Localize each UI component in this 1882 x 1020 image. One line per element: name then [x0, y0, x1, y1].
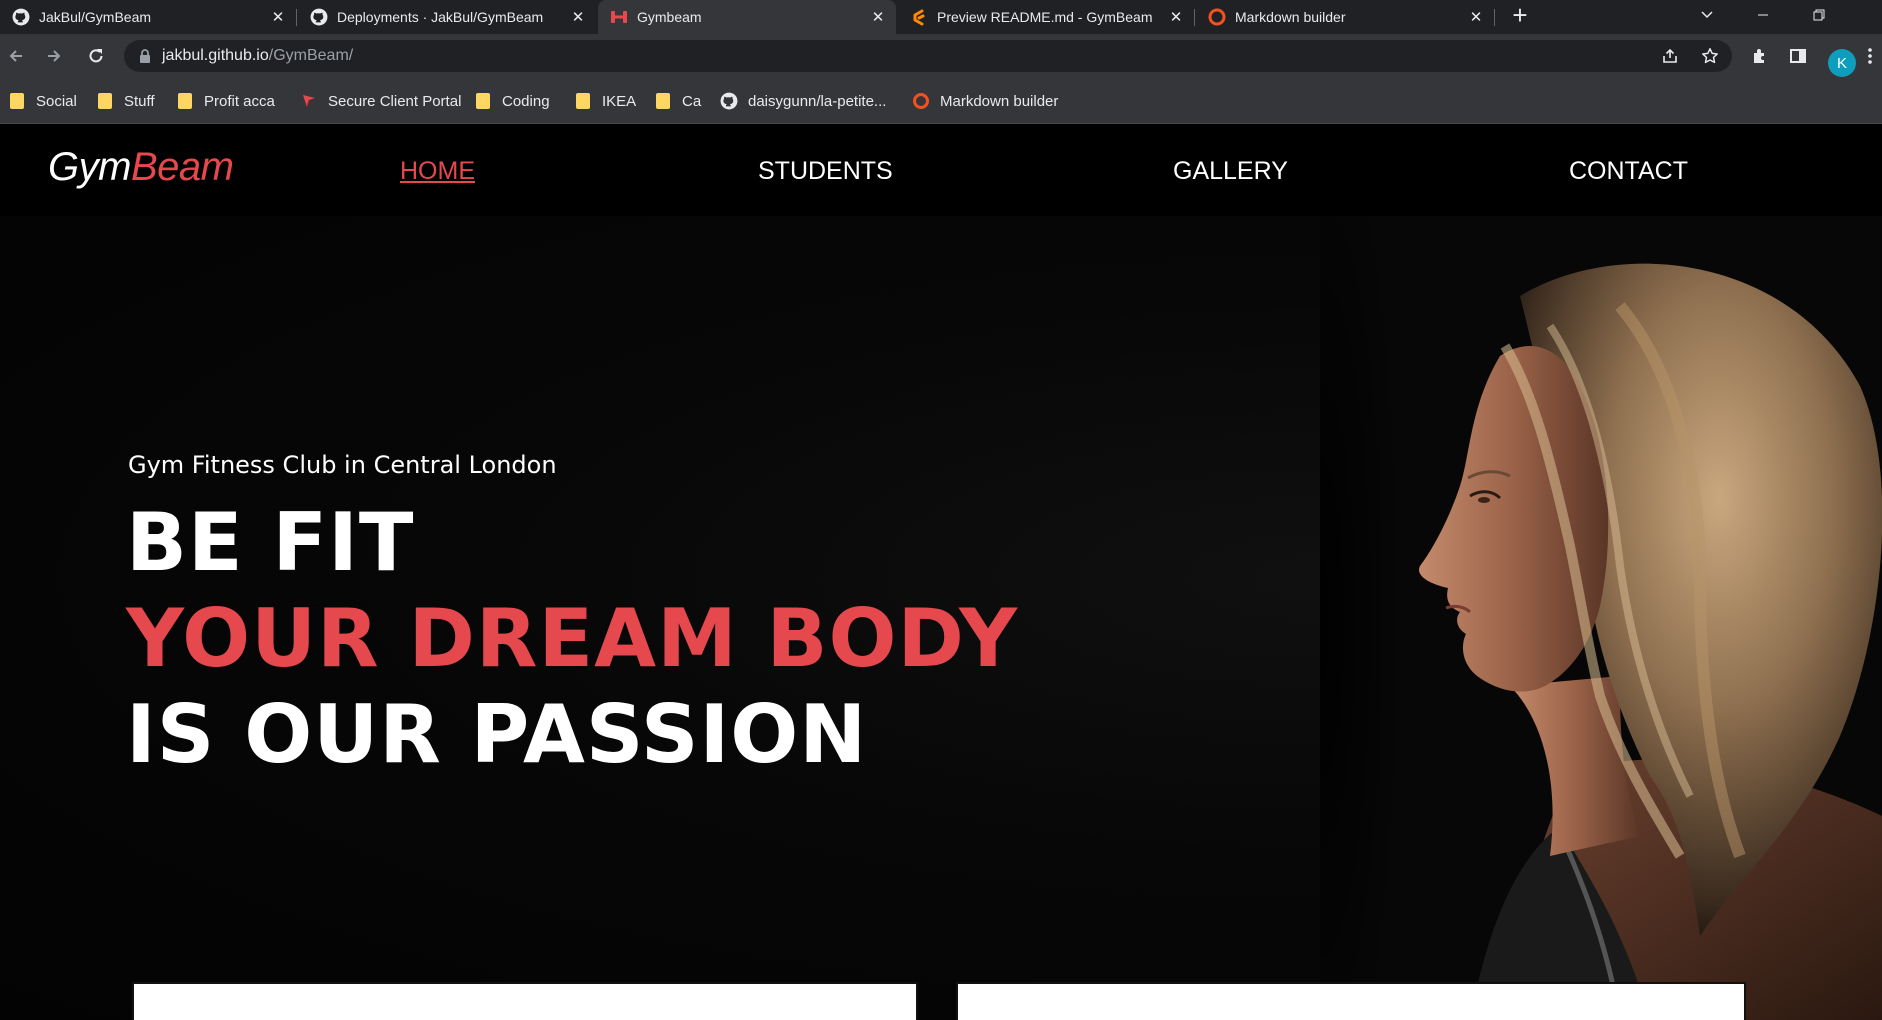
portal-icon: [300, 92, 318, 110]
folder-icon: [656, 93, 670, 109]
bookmark-label: Social: [36, 92, 77, 110]
close-icon[interactable]: ✕: [568, 7, 588, 27]
hero-heading-line-1: BE FIT: [126, 496, 415, 589]
back-arrow-icon[interactable]: [0, 40, 32, 72]
minimize-icon[interactable]: [1740, 0, 1786, 30]
bookmark-secure-client-portal[interactable]: Secure Client Portal: [300, 78, 461, 124]
side-panel-icon[interactable]: [1782, 40, 1814, 72]
extensions-puzzle-icon[interactable]: [1744, 40, 1776, 72]
bookmarks-bar: Social Stuff Profit acca Secure Client P…: [0, 78, 1882, 124]
close-icon[interactable]: ✕: [868, 7, 888, 27]
bookmark-label: daisygunn/la-petite...: [748, 92, 887, 110]
tab-title: Deployments · JakBul/GymBeam: [337, 9, 544, 25]
tab-title: JakBul/GymBeam: [39, 9, 152, 25]
tab-gymbeam[interactable]: Gymbeam ✕: [598, 0, 896, 34]
url-host: jakbul.github.io: [162, 47, 269, 64]
site-logo[interactable]: GymBeam: [48, 145, 234, 190]
bookmark-folder-ikea[interactable]: IKEA: [576, 78, 636, 124]
bookmark-folder-ca[interactable]: Ca: [656, 78, 701, 124]
nav-link-students[interactable]: STUDENTS: [758, 157, 893, 186]
bookmark-daisygunn[interactable]: daisygunn/la-petite...: [720, 78, 886, 124]
web-page: GymBeam HOME STUDENTS GALLERY CONTACT Gy…: [0, 125, 1882, 1020]
markdown-builder-icon: [912, 92, 930, 110]
bookmark-folder-coding[interactable]: Coding: [476, 78, 550, 124]
close-icon[interactable]: ✕: [1166, 7, 1186, 27]
forward-arrow-icon[interactable]: [38, 40, 70, 72]
logo-part-gym: Gym: [48, 145, 131, 189]
restore-icon[interactable]: [1796, 0, 1842, 30]
bookmark-label: Stuff: [124, 92, 155, 110]
tab-jakbul-gymbeam[interactable]: JakBul/GymBeam ✕: [0, 0, 296, 34]
bookmark-label: Ca: [682, 92, 702, 110]
info-card-left: [132, 982, 918, 1020]
bookmark-star-icon[interactable]: [1694, 40, 1726, 72]
bookmark-label: Secure Client Portal: [328, 92, 462, 110]
bookmark-folder-social[interactable]: Social: [10, 78, 77, 124]
folder-icon: [98, 93, 112, 109]
tab-separator: [1194, 9, 1195, 26]
tab-deployments[interactable]: Deployments · JakBul/GymBeam ✕: [298, 0, 596, 34]
bookmark-folder-stuff[interactable]: Stuff: [98, 78, 155, 124]
tab-preview-readme[interactable]: Preview README.md - GymBeam ✕: [898, 0, 1194, 34]
hero-heading-line-3: IS OUR PASSION: [126, 688, 868, 781]
browser-toolbar: jakbul.github.io/GymBeam/: [0, 34, 1882, 78]
tab-title: Gymbeam: [637, 9, 702, 25]
tab-search-chevron-icon[interactable]: [1684, 0, 1730, 30]
tab-title: Markdown builder: [1235, 9, 1346, 25]
bookmark-label: Profit acca: [204, 92, 275, 110]
browser-tab-strip: JakBul/GymBeam ✕ Deployments · JakBul/Gy…: [0, 0, 1882, 34]
nav-link-contact[interactable]: CONTACT: [1569, 157, 1688, 186]
folder-icon: [576, 93, 590, 109]
nav-link-home[interactable]: HOME: [400, 157, 475, 186]
dumbbell-icon: [610, 8, 628, 26]
hero-section: Gym Fitness Club in Central London BE FI…: [0, 216, 1882, 1020]
folder-icon: [476, 93, 490, 109]
hero-portrait-image: [1320, 216, 1882, 1020]
share-icon[interactable]: [1654, 40, 1686, 72]
browser-menu-icon[interactable]: [1858, 40, 1882, 72]
close-icon[interactable]: ✕: [268, 7, 288, 27]
tab-separator: [1494, 9, 1495, 26]
bookmark-label: IKEA: [602, 92, 637, 110]
new-tab-plus-icon[interactable]: +: [1496, 0, 1544, 30]
logo-part-beam: Beam: [130, 145, 234, 189]
hero-tagline: Gym Fitness Club in Central London: [128, 451, 557, 479]
info-card-right: [956, 982, 1746, 1020]
github-icon: [720, 92, 738, 110]
markdown-builder-icon: [1208, 8, 1226, 26]
tab-markdown-builder[interactable]: Markdown builder ✕: [1196, 0, 1494, 34]
tab-separator: [296, 9, 297, 26]
tab-title: Preview README.md - GymBeam: [937, 9, 1153, 25]
url-path: /GymBeam/: [268, 47, 354, 64]
bookmark-markdown-builder[interactable]: Markdown builder: [912, 78, 1058, 124]
bookmark-label: Coding: [502, 92, 550, 110]
bookmark-folder-profit-acca[interactable]: Profit acca: [178, 78, 275, 124]
folder-icon: [178, 93, 192, 109]
lock-icon[interactable]: [138, 49, 152, 63]
gitpod-icon: [910, 8, 928, 26]
site-navbar: GymBeam HOME STUDENTS GALLERY CONTACT: [0, 125, 1882, 216]
bookmark-label: Markdown builder: [940, 92, 1059, 110]
github-icon: [12, 8, 30, 26]
profile-avatar[interactable]: K: [1828, 49, 1856, 77]
nav-link-gallery[interactable]: GALLERY: [1173, 157, 1288, 186]
github-icon: [310, 8, 328, 26]
close-icon[interactable]: ✕: [1466, 7, 1486, 27]
hero-heading-line-2: YOUR DREAM BODY: [126, 592, 1019, 685]
address-bar[interactable]: jakbul.github.io/GymBeam/: [124, 40, 1732, 72]
folder-icon: [10, 93, 24, 109]
reload-icon[interactable]: [80, 40, 112, 72]
